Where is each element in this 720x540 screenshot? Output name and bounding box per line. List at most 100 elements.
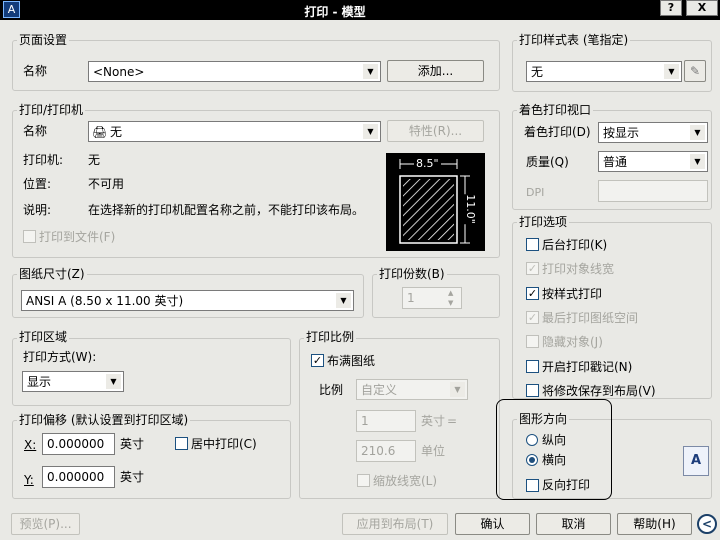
fit-to-paper-checkbox[interactable]: ✓	[311, 354, 324, 367]
close-button[interactable]: X	[686, 0, 718, 16]
offset-x-value: 0.000000	[47, 437, 105, 451]
plot-option-checkbox[interactable]	[526, 384, 539, 397]
plot-option-label: 将修改保存到布局(V)	[542, 384, 656, 398]
properties-button[interactable]: 特性(R)...	[387, 120, 484, 142]
landscape-label: 横向	[542, 453, 567, 467]
portrait-radio[interactable]	[526, 434, 538, 446]
scale-value: 自定义	[361, 383, 398, 397]
copies-spinner[interactable]: 1 ▲ ▼	[402, 287, 462, 309]
plot-option-checkbox[interactable]: ✓	[526, 262, 539, 275]
chevron-down-icon: ▼	[690, 125, 705, 140]
copies-value: 1	[407, 291, 415, 305]
scale-numerator-input[interactable]: 1	[356, 410, 416, 432]
scale-lineweights-label: 缩放线宽(L)	[373, 474, 438, 488]
upside-down-label: 反向打印	[542, 478, 591, 492]
scale-denominator-input[interactable]: 210.6	[356, 440, 416, 462]
printer-group-title: 打印/打印机	[17, 103, 86, 117]
scale-denominator-value: 210.6	[361, 444, 396, 458]
landscape-page-icon: A	[683, 446, 709, 476]
location-label: 位置:	[23, 177, 52, 191]
offset-y-unit: 英寸	[120, 470, 145, 484]
offset-y-input[interactable]: 0.000000	[42, 466, 115, 488]
print-to-file-checkbox[interactable]	[23, 230, 36, 243]
page-setup-combo[interactable]: <None> ▼	[88, 61, 381, 82]
ok-button[interactable]: 确认	[455, 513, 530, 535]
scale-lineweights-checkbox[interactable]	[357, 474, 370, 487]
plot-options-title: 打印选项	[517, 215, 570, 229]
preview-width-label: 8.5"	[414, 156, 441, 172]
plot-area-title: 打印区域	[17, 330, 70, 344]
pencil-icon: ✎	[689, 64, 701, 78]
edit-plot-style-button[interactable]: ✎	[684, 60, 706, 82]
apply-to-layout-button[interactable]: 应用到布局(T)	[342, 513, 448, 535]
page-setup-value: <None>	[93, 65, 145, 79]
chevron-down-icon: ▼	[336, 293, 351, 308]
plot-option-checkbox[interactable]	[526, 238, 539, 251]
plot-style-value: 无	[531, 65, 544, 79]
scale-equals: =	[447, 414, 458, 428]
paper-size-combo[interactable]: ANSI A (8.50 x 11.00 英寸) ▼	[21, 290, 354, 311]
chevron-down-icon: ▼	[690, 154, 705, 169]
offset-x-unit: 英寸	[120, 437, 145, 451]
paper-size-value: ANSI A (8.50 x 11.00 英寸)	[26, 294, 184, 308]
what-to-plot-combo[interactable]: 显示 ▼	[22, 371, 124, 392]
location-value: 不可用	[88, 177, 125, 191]
printer-combo[interactable]: 🖨 无 ▼	[88, 121, 381, 142]
description-label: 说明:	[23, 203, 52, 217]
page-setup-title: 页面设置	[17, 33, 70, 47]
what-to-plot-label: 打印方式(W):	[23, 350, 97, 364]
plot-option-checkbox[interactable]: ✓	[526, 311, 539, 324]
offset-y-label: Y:	[24, 473, 34, 487]
chevron-down-icon: ▼	[664, 64, 679, 79]
printer-value: 无	[88, 153, 101, 167]
scale-denominator-unit: 单位	[421, 444, 446, 458]
scale-numerator-unit: 英寸	[421, 414, 446, 428]
help-title-button[interactable]: ?	[660, 0, 682, 16]
scale-label: 比例	[319, 383, 344, 397]
collapse-arrow-icon[interactable]: <	[697, 514, 717, 534]
center-plot-label: 居中打印(C)	[191, 437, 257, 451]
plot-style-title: 打印样式表 (笔指定)	[517, 33, 631, 47]
plot-option-label: 最后打印图纸空间	[542, 311, 639, 325]
chevron-down-icon: ▼	[363, 64, 378, 79]
landscape-radio[interactable]	[526, 454, 538, 466]
dpi-input[interactable]	[598, 180, 708, 202]
upside-down-checkbox[interactable]	[526, 479, 539, 492]
plot-option-checkbox[interactable]	[526, 335, 539, 348]
what-to-plot-value: 显示	[27, 375, 52, 389]
spin-down-icon[interactable]: ▼	[448, 298, 453, 308]
chevron-down-icon: ▼	[450, 382, 465, 397]
plot-option-label: 后台打印(K)	[542, 238, 608, 252]
spin-up-icon[interactable]: ▲	[448, 288, 453, 298]
cancel-button[interactable]: 取消	[536, 513, 611, 535]
fit-to-paper-label: 布满图纸	[327, 354, 376, 368]
description-value: 在选择新的打印机配置名称之前，不能打印该布局。	[88, 203, 365, 217]
plot-option-checkbox[interactable]	[526, 360, 539, 373]
plot-option-label: 开启打印戳记(N)	[542, 360, 633, 374]
plot-style-combo[interactable]: 无 ▼	[526, 61, 682, 82]
add-button[interactable]: 添加...	[387, 60, 484, 82]
quality-combo[interactable]: 普通 ▼	[598, 151, 708, 172]
printer-name-label: 名称	[23, 124, 48, 138]
chevron-down-icon: ▼	[106, 374, 121, 389]
shade-plot-value: 按显示	[603, 126, 640, 140]
print-to-file-label: 打印到文件(F)	[39, 230, 116, 244]
quality-value: 普通	[603, 155, 628, 169]
help-button[interactable]: 帮助(H)	[617, 513, 692, 535]
shaded-viewport-title: 着色打印视口	[517, 103, 594, 117]
shade-plot-combo[interactable]: 按显示 ▼	[598, 122, 708, 143]
plot-option-checkbox[interactable]: ✓	[526, 287, 539, 300]
window-title: 打印 - 模型	[304, 5, 366, 19]
scale-numerator-value: 1	[361, 414, 369, 428]
offset-y-value: 0.000000	[47, 470, 105, 484]
printer-combo-value: 无	[110, 125, 123, 139]
center-plot-checkbox[interactable]	[175, 437, 188, 450]
preview-button[interactable]: 预览(P)...	[11, 513, 80, 535]
scale-combo[interactable]: 自定义 ▼	[356, 379, 468, 400]
printer-icon: 🖨	[92, 125, 108, 139]
dpi-label: DPI	[526, 186, 545, 199]
plot-option-label: 隐藏对象(J)	[542, 335, 603, 349]
offset-x-label: X:	[24, 438, 37, 452]
plot-scale-title: 打印比例	[304, 330, 357, 344]
offset-x-input[interactable]: 0.000000	[42, 433, 115, 455]
